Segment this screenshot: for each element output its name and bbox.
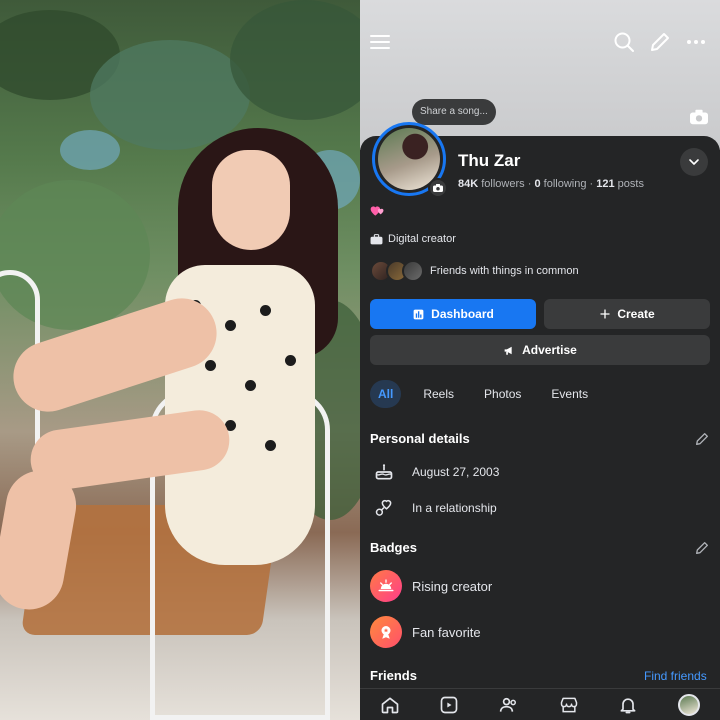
tab-photos[interactable]: Photos	[476, 380, 529, 408]
share-song-button[interactable]: Share a song...	[412, 99, 496, 125]
polka-dot	[225, 320, 236, 331]
personal-details-title: Personal details	[370, 431, 470, 446]
followers-label[interactable]: followers	[481, 178, 524, 190]
foliage	[60, 130, 120, 170]
dashboard-label: Dashboard	[431, 307, 494, 321]
heart-icon	[375, 499, 392, 516]
separator: ·	[589, 178, 594, 190]
followers-count[interactable]: 84K	[458, 178, 478, 190]
star-badge-icon	[370, 616, 402, 648]
badge-rising-creator[interactable]: Rising creator	[370, 570, 492, 602]
badges-title: Badges	[370, 540, 417, 555]
top-bar	[360, 22, 720, 62]
friend-avatar	[402, 260, 424, 282]
advertise-button[interactable]: Advertise	[370, 335, 710, 365]
tab-reels[interactable]: Reels	[415, 380, 462, 408]
friends-icon[interactable]	[499, 695, 519, 715]
camera-icon	[433, 184, 443, 192]
role-label: Digital creator	[388, 233, 456, 245]
home-icon[interactable]	[380, 695, 400, 715]
menu-icon[interactable]	[368, 30, 392, 54]
plus-icon	[600, 309, 610, 319]
edit-icon[interactable]	[648, 30, 672, 54]
camera-icon[interactable]	[688, 108, 710, 126]
bell-icon[interactable]	[618, 695, 638, 715]
create-label: Create	[617, 307, 655, 321]
following-count[interactable]: 0	[534, 178, 540, 190]
profile-tabs: All Reels Photos Events	[370, 380, 596, 408]
tab-events[interactable]: Events	[543, 380, 596, 408]
create-button[interactable]: Create	[544, 299, 710, 329]
subject-face	[212, 150, 290, 250]
birthday-value: August 27, 2003	[412, 465, 500, 479]
bio-hearts	[370, 204, 386, 221]
relationship-row: In a relationship	[374, 498, 497, 518]
mutual-friends-row[interactable]: Friends with things in common	[370, 260, 579, 282]
profile-switcher-button[interactable]	[680, 148, 708, 176]
polka-dot	[245, 380, 256, 391]
marketplace-icon[interactable]	[559, 695, 579, 715]
profile-screen: Share a song... Thu Zar 84K followers · …	[360, 0, 720, 720]
briefcase-icon	[370, 233, 383, 244]
friend-avatars	[370, 260, 424, 282]
relationship-value: In a relationship	[412, 501, 497, 515]
polka-dot	[265, 440, 276, 451]
bottom-navigation	[360, 688, 720, 720]
posts-label: posts	[617, 178, 644, 190]
tab-all[interactable]: All	[370, 380, 402, 408]
foliage	[230, 0, 360, 120]
badge-label: Rising creator	[412, 578, 493, 594]
mutual-friends-label: Friends with things in common	[430, 265, 579, 277]
following-label[interactable]: following	[544, 178, 587, 190]
separator: ·	[527, 178, 532, 190]
find-friends-link[interactable]: Find friends	[644, 669, 707, 683]
cake-icon	[375, 464, 393, 480]
profile-tab-avatar[interactable]	[678, 693, 701, 716]
pencil-icon[interactable]	[694, 540, 710, 556]
advertise-label: Advertise	[522, 343, 577, 357]
sunrise-icon	[370, 570, 402, 602]
chevron-down-icon	[689, 159, 699, 165]
search-icon[interactable]	[612, 30, 636, 54]
badge-fan-favorite[interactable]: Fan favorite	[370, 616, 481, 648]
birthday-row: August 27, 2003	[374, 462, 499, 482]
posts-count: 121	[596, 178, 615, 190]
pencil-icon[interactable]	[694, 431, 710, 447]
polka-dot	[205, 360, 216, 371]
polka-dot	[260, 305, 271, 316]
more-icon[interactable]	[684, 30, 708, 54]
role-row: Digital creator	[370, 233, 456, 245]
profile-stats: 84K followers · 0 following · 121 posts	[458, 178, 644, 190]
profile-name: Thu Zar	[458, 151, 521, 170]
megaphone-icon	[504, 346, 512, 355]
dashboard-button[interactable]: Dashboard	[370, 299, 536, 329]
polka-dot	[285, 355, 296, 366]
profile-photo-preview	[0, 0, 360, 720]
dashboard-icon	[413, 309, 424, 319]
badge-label: Fan favorite	[412, 624, 481, 640]
hearts-icon	[370, 206, 384, 216]
friends-title: Friends	[370, 668, 417, 683]
avatar-camera-button[interactable]	[428, 178, 448, 198]
reels-icon[interactable]	[439, 695, 459, 715]
